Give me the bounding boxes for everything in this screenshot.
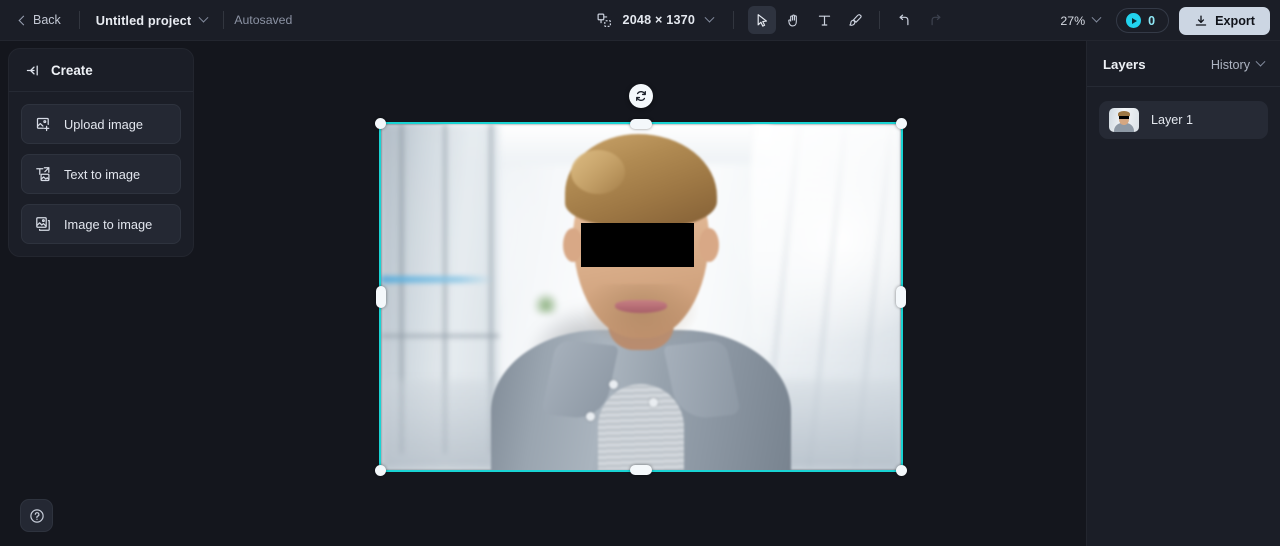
layers-list: Layer 1	[1087, 87, 1280, 153]
layers-panel: Layers History Layer 1	[1086, 41, 1280, 546]
image-to-image-icon	[35, 216, 51, 232]
shirt-button	[649, 398, 658, 407]
resize-handle-top-right[interactable]	[896, 118, 907, 129]
create-panel-header: Create	[9, 49, 193, 92]
mouth	[615, 300, 667, 313]
ear-left	[563, 228, 583, 262]
question-mark-icon	[29, 508, 45, 524]
top-bar: Back Untitled project Autosaved 2048 × 1…	[0, 0, 1280, 41]
resize-handle-top-center[interactable]	[630, 119, 652, 129]
resize-handle-bottom-center[interactable]	[630, 465, 652, 475]
autosaved-status: Autosaved	[234, 13, 293, 27]
divider	[223, 11, 225, 29]
text-to-image-icon	[35, 166, 51, 182]
download-icon	[1194, 14, 1208, 28]
credit-coin-icon	[1126, 13, 1142, 28]
hand-tool[interactable]	[779, 6, 807, 34]
history-tab[interactable]: History	[1210, 56, 1266, 72]
credits-count: 0	[1148, 13, 1156, 28]
chevron-down-icon	[198, 12, 209, 23]
layer-item[interactable]: Layer 1	[1099, 101, 1268, 139]
resize-icon	[597, 13, 612, 28]
image-editor-app: Back Untitled project Autosaved 2048 × 1…	[0, 0, 1280, 546]
text-tool[interactable]	[810, 6, 838, 34]
text-to-image-button[interactable]: Text to image	[21, 154, 181, 194]
help-button[interactable]	[20, 499, 53, 532]
create-panel: Create Upload image Text to image Image …	[8, 48, 194, 257]
resize-handle-middle-left[interactable]	[376, 286, 386, 308]
create-panel-title: Create	[51, 63, 93, 78]
zoom-level-value: 27%	[1060, 13, 1086, 28]
shirt-button	[609, 380, 618, 389]
export-button[interactable]: Export	[1179, 6, 1270, 35]
rotate-handle[interactable]	[629, 84, 653, 108]
censor-bar	[581, 223, 694, 267]
resize-handle-top-left[interactable]	[375, 118, 386, 129]
resize-handle-bottom-left[interactable]	[375, 465, 386, 476]
layers-panel-header: Layers History	[1087, 41, 1280, 87]
redo-button[interactable]	[921, 6, 949, 34]
upload-image-button[interactable]: Upload image	[21, 104, 181, 144]
canvas-size-dropdown[interactable]: 2048 × 1370	[591, 9, 720, 32]
back-button[interactable]: Back	[12, 8, 69, 32]
canvas-image[interactable]	[379, 122, 903, 472]
layers-title: Layers	[1103, 57, 1146, 72]
resize-handle-middle-right[interactable]	[896, 286, 906, 308]
project-name-dropdown[interactable]: Untitled project	[90, 9, 213, 32]
history-label: History	[1210, 57, 1250, 72]
person	[381, 124, 901, 470]
rotate-icon	[634, 89, 648, 103]
chevron-left-icon	[18, 15, 29, 25]
layer-thumbnail	[1109, 108, 1139, 132]
credits-badge[interactable]: 0	[1116, 8, 1170, 33]
undo-button[interactable]	[890, 6, 918, 34]
select-tool[interactable]	[748, 6, 777, 34]
upload-image-icon	[35, 116, 51, 132]
create-panel-items: Upload image Text to image Image to imag…	[9, 92, 193, 244]
divider	[879, 11, 881, 29]
layer-name: Layer 1	[1151, 113, 1194, 127]
hair	[565, 134, 717, 226]
chevron-down-icon	[704, 12, 715, 23]
upload-image-label: Upload image	[64, 116, 143, 132]
chevron-down-icon	[1255, 56, 1266, 67]
export-label: Export	[1215, 13, 1255, 28]
divider	[733, 11, 735, 29]
tool-group	[748, 6, 949, 34]
photo-content	[381, 124, 901, 470]
image-to-image-button[interactable]: Image to image	[21, 204, 181, 244]
shirt-button	[586, 412, 595, 421]
zoom-level-dropdown[interactable]: 27%	[1054, 10, 1106, 32]
top-bar-right: 27% 0 Export	[1054, 0, 1270, 41]
canvas-area[interactable]	[194, 41, 1086, 546]
top-bar-left: Back Untitled project Autosaved	[0, 8, 292, 32]
collapse-panel-icon[interactable]	[25, 63, 40, 78]
beard	[583, 284, 699, 348]
text-to-image-label: Text to image	[64, 166, 141, 182]
back-label: Back	[33, 13, 61, 27]
project-name: Untitled project	[95, 12, 192, 28]
divider	[78, 11, 80, 29]
resize-handle-bottom-right[interactable]	[896, 465, 907, 476]
chevron-down-icon	[1091, 12, 1102, 23]
image-selection[interactable]	[375, 84, 907, 476]
image-to-image-label: Image to image	[64, 216, 153, 232]
undershirt	[598, 384, 684, 470]
thumb-censor-bar	[1119, 116, 1129, 119]
canvas-size-value: 2048 × 1370	[622, 13, 696, 27]
brush-tool[interactable]	[841, 6, 869, 34]
ear-right	[699, 228, 719, 262]
